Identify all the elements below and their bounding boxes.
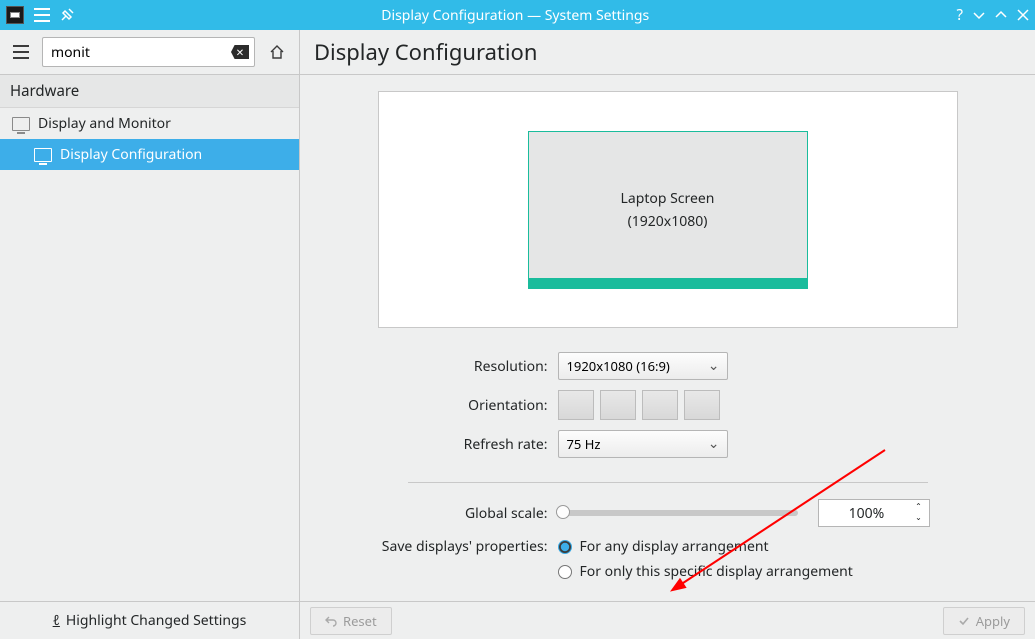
toolbar: ✕ Display Configuration xyxy=(0,30,1035,75)
close-icon[interactable] xyxy=(1017,9,1029,21)
search-input[interactable] xyxy=(42,37,255,67)
radio-specific-arrangement[interactable] xyxy=(558,565,572,579)
footer: ℓ Highlight Changed Settings Reset Apply xyxy=(0,601,1035,639)
sidebar-item-label: Display Configuration xyxy=(60,145,202,164)
pin-icon[interactable] xyxy=(60,8,74,22)
screen-name: Laptop Screen xyxy=(621,189,715,208)
help-icon[interactable]: ? xyxy=(956,5,963,25)
radio-specific-label: For only this specific display arrangeme… xyxy=(580,562,853,581)
orientation-left-button[interactable] xyxy=(600,390,636,420)
window-title: Display Configuration — System Settings xyxy=(74,6,956,25)
resolution-label: Resolution: xyxy=(308,357,558,376)
screen-laptop[interactable]: Laptop Screen (1920x1080) xyxy=(528,131,808,289)
slider-thumb[interactable] xyxy=(556,505,570,519)
resolution-select[interactable]: 1920x1080 (16:9) xyxy=(558,352,728,380)
sidebar: Hardware Display and Monitor Display Con… xyxy=(0,75,300,601)
apply-label: Apply xyxy=(976,612,1010,630)
clear-search-icon[interactable]: ✕ xyxy=(231,45,249,59)
undo-icon xyxy=(325,615,337,627)
sidebar-item-display-monitor[interactable]: Display and Monitor xyxy=(0,108,299,139)
orientation-flip-button[interactable] xyxy=(642,390,678,420)
app-icon xyxy=(6,6,24,24)
refresh-label: Refresh rate: xyxy=(308,435,558,454)
reset-label: Reset xyxy=(343,612,377,630)
highlight-changed-button[interactable]: ℓ Highlight Changed Settings xyxy=(0,602,300,639)
scale-label: Global scale: xyxy=(308,504,558,523)
check-icon xyxy=(958,615,970,627)
spin-down-icon[interactable]: ⌄ xyxy=(911,513,927,524)
orientation-normal-button[interactable] xyxy=(558,390,594,420)
highlight-icon: ℓ xyxy=(53,611,60,630)
refresh-select[interactable]: 75 Hz xyxy=(558,430,728,458)
page-title: Display Configuration xyxy=(314,37,537,67)
minimize-icon[interactable] xyxy=(973,9,985,21)
global-scale-slider[interactable] xyxy=(558,510,798,516)
sidebar-menu-button[interactable] xyxy=(8,39,34,65)
radio-any-arrangement[interactable] xyxy=(558,540,572,554)
display-preview: Laptop Screen (1920x1080) xyxy=(378,91,958,328)
highlight-label: Highlight Changed Settings xyxy=(66,611,246,630)
home-button[interactable] xyxy=(263,38,291,66)
global-scale-spinbox[interactable]: 100% ⌃⌄ xyxy=(818,499,930,527)
sidebar-item-label: Display and Monitor xyxy=(38,114,171,133)
sidebar-section-hardware: Hardware xyxy=(0,75,299,108)
monitor-icon xyxy=(12,117,30,131)
save-props-label: Save displays' properties: xyxy=(308,537,558,556)
monitor-icon xyxy=(34,148,52,162)
orientation-label: Orientation: xyxy=(308,396,558,415)
orientation-right-button[interactable] xyxy=(684,390,720,420)
radio-any-label: For any display arrangement xyxy=(580,537,769,556)
content-area: Laptop Screen (1920x1080) Resolution: 19… xyxy=(300,75,1035,601)
sidebar-item-display-configuration[interactable]: Display Configuration xyxy=(0,139,299,170)
scale-value: 100% xyxy=(827,504,907,523)
reset-button[interactable]: Reset xyxy=(310,607,392,635)
maximize-icon[interactable] xyxy=(995,9,1007,21)
divider xyxy=(408,482,928,483)
menu-icon[interactable] xyxy=(34,8,50,22)
apply-button[interactable]: Apply xyxy=(943,607,1025,635)
window-titlebar: Display Configuration — System Settings … xyxy=(0,0,1035,30)
screen-resolution: (1920x1080) xyxy=(628,212,708,231)
screen-active-indicator xyxy=(529,278,807,288)
